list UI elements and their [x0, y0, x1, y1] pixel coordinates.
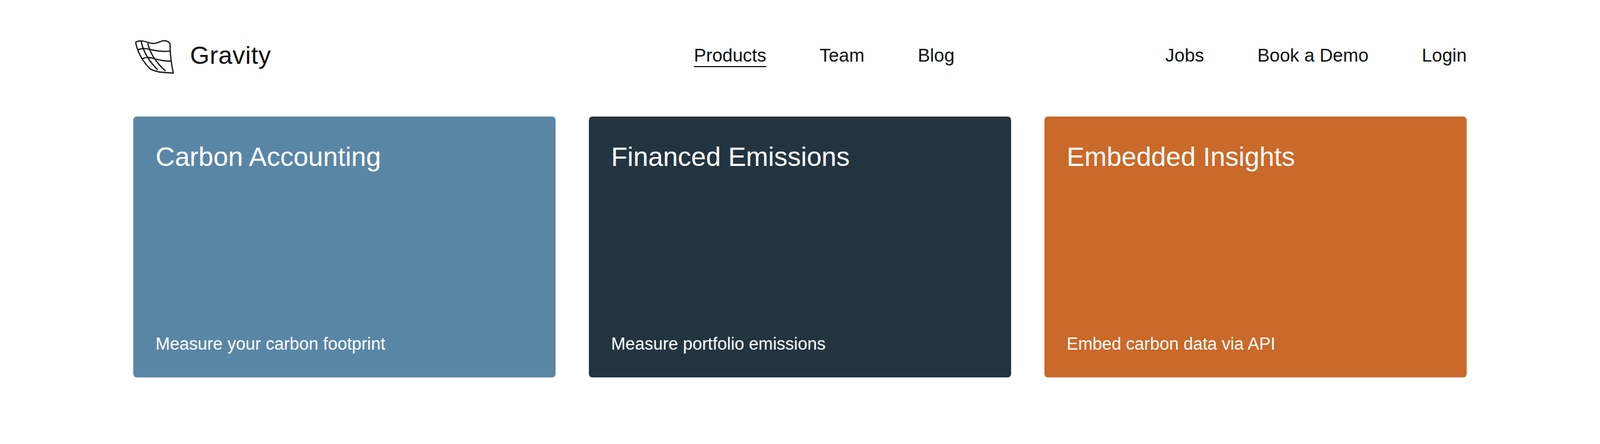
- nav-action[interactable]: Jobs: [1165, 45, 1205, 67]
- product-card[interactable]: Financed Emissions Measure portfolio emis…: [588, 116, 1012, 378]
- product-card[interactable]: Carbon Accounting Measure your carbon foo…: [133, 116, 556, 378]
- product-subtitle: Measure portfolio emissions: [611, 333, 989, 355]
- gravity-logo-icon: [133, 36, 176, 75]
- brand-name: Gravity: [190, 41, 272, 70]
- nav-action[interactable]: Book a Demo: [1257, 45, 1369, 67]
- action-nav: Jobs Book a Demo Login: [954, 45, 1467, 67]
- nav-link[interactable]: Blog: [917, 45, 955, 67]
- nav-link[interactable]: Products: [693, 45, 767, 67]
- product-cards: Carbon Accounting Measure your carbon foo…: [133, 116, 1467, 378]
- main-nav: Products Team Blog: [693, 45, 955, 67]
- header: Gravity Products Team Blog Jobs Book a Demo Lo…: [133, 34, 1467, 77]
- product-subtitle: Embed carbon data via API: [1066, 333, 1445, 355]
- product-card[interactable]: Embedded Insights Embed carbon data via A…: [1044, 116, 1467, 378]
- page: Gravity Products Team Blog Jobs Book a Demo Lo…: [0, 0, 1600, 444]
- product-subtitle: Measure your carbon footprint: [155, 333, 534, 355]
- nav-action[interactable]: Login: [1421, 45, 1467, 67]
- brand[interactable]: Gravity: [133, 36, 694, 75]
- product-title: Embedded Insights: [1066, 141, 1445, 174]
- product-title: Financed Emissions: [611, 141, 989, 174]
- nav-link[interactable]: Team: [819, 45, 865, 67]
- product-title: Carbon Accounting: [155, 141, 534, 174]
